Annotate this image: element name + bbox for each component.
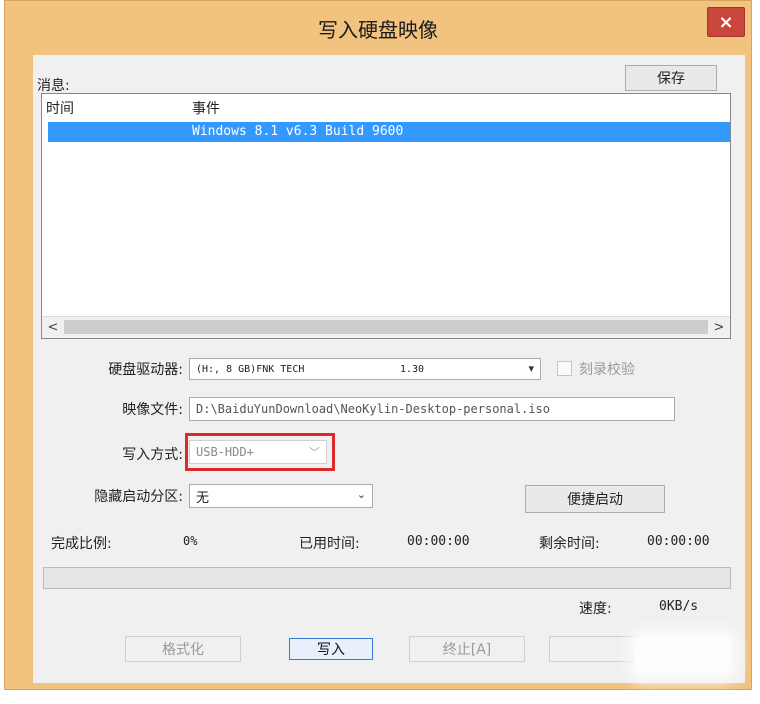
hidden-partition-value: 无 bbox=[196, 490, 210, 506]
progress-bar bbox=[43, 567, 731, 589]
drive-select[interactable]: (H:, 8 GB)FNK TECH 1.30 ▾ bbox=[189, 358, 541, 380]
hidden-partition-label: 隐藏启动分区: bbox=[94, 489, 183, 505]
column-header-time[interactable]: 时间 bbox=[46, 98, 74, 118]
scroll-left-icon[interactable]: < bbox=[42, 317, 64, 337]
image-file-field[interactable]: D:\BaiduYunDownload\NeoKylin-Desktop-per… bbox=[189, 397, 675, 421]
red-highlight-box bbox=[185, 433, 335, 471]
messages-label: 消息: bbox=[37, 78, 70, 94]
speed-label: 速度: bbox=[579, 601, 612, 617]
elapsed-label: 已用时间: bbox=[299, 536, 360, 552]
log-header: 时间 事件 bbox=[42, 96, 730, 118]
chevron-down-icon: ▾ bbox=[528, 362, 534, 375]
drive-label: 硬盘驱动器: bbox=[108, 362, 183, 378]
progress-label: 完成比例: bbox=[51, 536, 112, 552]
format-button[interactable]: 格式化 bbox=[125, 636, 241, 662]
dialog-body: 消息: 保存 时间 事件 Windows 8.1 v6.3 Build 9600… bbox=[33, 55, 745, 683]
progress-value: 0% bbox=[183, 534, 198, 548]
speed-value: 0KB/s bbox=[659, 599, 699, 614]
close-icon: × bbox=[718, 11, 734, 33]
horizontal-scrollbar[interactable]: < > bbox=[42, 316, 730, 338]
remaining-label: 剩余时间: bbox=[539, 536, 600, 552]
close-button[interactable]: × bbox=[707, 7, 745, 37]
log-row-selected[interactable]: Windows 8.1 v6.3 Build 9600 bbox=[48, 122, 730, 142]
write-mode-label: 写入方式: bbox=[122, 447, 183, 463]
column-header-event[interactable]: 事件 bbox=[192, 98, 220, 118]
drive-value: (H:, 8 GB)FNK TECH bbox=[196, 363, 305, 375]
redacted-area bbox=[635, 635, 731, 675]
stop-button[interactable]: 终止[A] bbox=[409, 636, 525, 662]
save-button[interactable]: 保存 bbox=[625, 65, 717, 91]
message-log-list[interactable]: 时间 事件 Windows 8.1 v6.3 Build 9600 < > bbox=[41, 93, 731, 339]
window-title: 写入硬盘映像 bbox=[318, 17, 438, 42]
image-file-value: D:\BaiduYunDownload\NeoKylin-Desktop-per… bbox=[196, 402, 551, 416]
quick-boot-button[interactable]: 便捷启动 bbox=[525, 485, 665, 513]
verify-label: 刻录校验 bbox=[579, 362, 635, 378]
write-button[interactable]: 写入 bbox=[289, 638, 373, 660]
remaining-value: 00:00:00 bbox=[647, 534, 710, 549]
write-disk-image-dialog: 写入硬盘映像 × 消息: 保存 时间 事件 Windows 8.1 v6.3 B… bbox=[4, 0, 752, 690]
hidden-partition-select[interactable]: 无 ⌄ bbox=[189, 484, 373, 508]
drive-version: 1.30 bbox=[400, 363, 425, 375]
log-row-event: Windows 8.1 v6.3 Build 9600 bbox=[192, 124, 404, 139]
chevron-down-icon: ⌄ bbox=[356, 488, 366, 501]
scrollbar-thumb[interactable] bbox=[64, 320, 708, 334]
image-file-label: 映像文件: bbox=[122, 402, 183, 418]
elapsed-value: 00:00:00 bbox=[407, 534, 470, 549]
title-bar: 写入硬盘映像 × bbox=[5, 1, 751, 55]
scroll-right-icon[interactable]: > bbox=[708, 317, 730, 337]
verify-checkbox[interactable] bbox=[557, 361, 572, 376]
